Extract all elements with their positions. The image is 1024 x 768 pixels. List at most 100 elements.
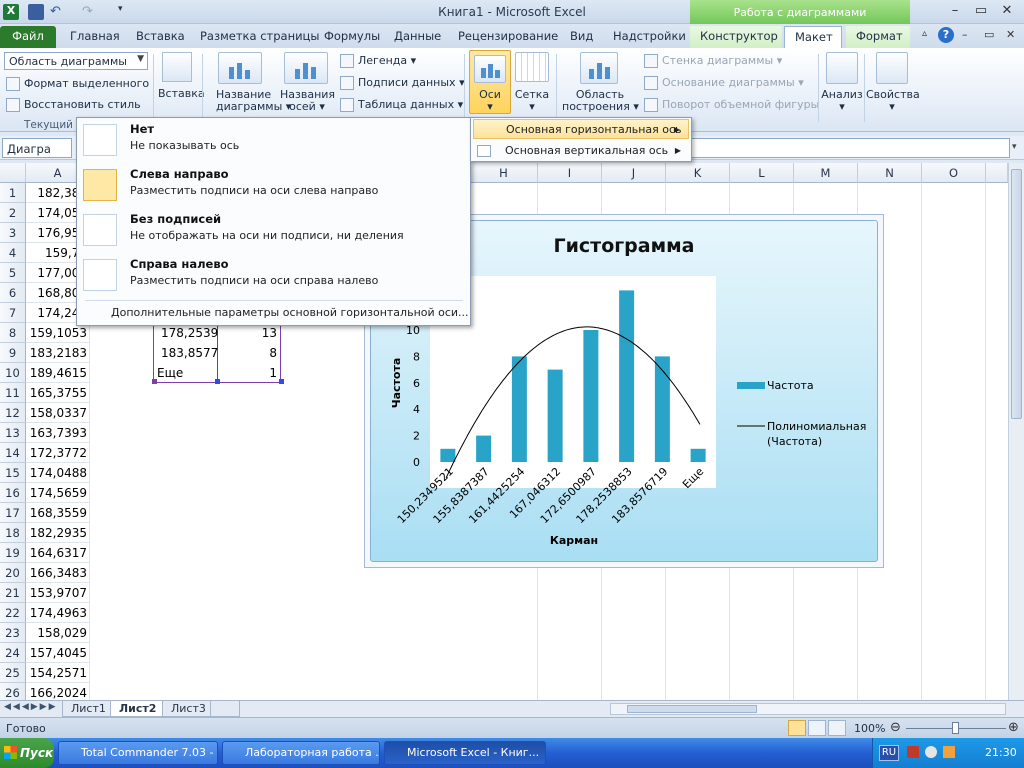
row-header[interactable]: 19	[0, 543, 26, 563]
row-header[interactable]: 14	[0, 443, 26, 463]
cell-a[interactable]: 183,2183	[26, 343, 90, 363]
menu-item-left-to-right[interactable]: Слева направо Разместить подписи на оси …	[77, 163, 470, 208]
bin-frequency[interactable]: 8	[218, 343, 280, 363]
cell-a[interactable]: 164,6317	[26, 543, 90, 563]
cell-a[interactable]: 182,2935	[26, 523, 90, 543]
column-header-l[interactable]: L	[730, 163, 794, 183]
legend-entry-trendline[interactable]: Полиномиальная	[767, 420, 866, 433]
column-header-m[interactable]: M	[794, 163, 858, 183]
zoom-out-icon[interactable]: ⊖	[890, 720, 901, 735]
analysis-icon[interactable]	[826, 52, 858, 84]
chart-title-icon[interactable]	[218, 52, 262, 84]
tab-insert[interactable]: Вставка	[126, 26, 195, 48]
tab-file[interactable]: Файл	[0, 26, 56, 48]
reset-style-button[interactable]: Восстановить стиль	[6, 98, 141, 112]
zoom-level[interactable]: 100%	[854, 722, 885, 735]
axes-button[interactable]: Оси ▾	[469, 50, 511, 114]
menu-item-none[interactable]: Нет Не показывать ось	[77, 118, 470, 163]
chart-title-button[interactable]: Названиедиаграммы ▾	[216, 89, 291, 113]
expand-formula-bar-icon[interactable]: ▾	[1012, 142, 1017, 152]
legend-button[interactable]: Легенда ▾	[340, 54, 416, 68]
tab-review[interactable]: Рецензирование	[448, 26, 568, 48]
insert-sheet-icon[interactable]	[210, 701, 240, 717]
cell-a[interactable]: 158,0337	[26, 403, 90, 423]
row-header[interactable]: 8	[0, 323, 26, 343]
normal-view-icon[interactable]	[788, 720, 806, 736]
row-header[interactable]: 12	[0, 403, 26, 423]
row-header[interactable]: 6	[0, 283, 26, 303]
data-labels-button[interactable]: Подписи данных ▾	[340, 76, 465, 90]
menu-item-more-options[interactable]: Дополнительные параметры основной горизо…	[111, 306, 469, 319]
close-button[interactable]: ✕	[994, 2, 1020, 20]
row-header[interactable]: 17	[0, 503, 26, 523]
legend-entry-trendline-cont[interactable]: (Частота)	[767, 435, 822, 448]
bin-frequency[interactable]: 13	[218, 323, 280, 343]
cell-a[interactable]: 159,1053	[26, 323, 90, 343]
row-header[interactable]: 13	[0, 423, 26, 443]
column-header-n[interactable]: N	[858, 163, 922, 183]
tab-page-layout[interactable]: Разметка страницы	[190, 26, 329, 48]
language-indicator[interactable]: RU	[879, 745, 899, 761]
histogram-bar[interactable]	[619, 290, 635, 462]
cell-a[interactable]: 189,4615	[26, 363, 90, 383]
cell-a[interactable]: 165,3755	[26, 383, 90, 403]
sheet-nav-arrows[interactable]: ◀◀◀▶▶▶	[4, 702, 58, 712]
column-header-k[interactable]: K	[666, 163, 730, 183]
histogram-bar[interactable]	[547, 369, 563, 462]
gridlines-icon[interactable]	[515, 52, 549, 82]
y-axis-title[interactable]: Частота	[390, 358, 403, 409]
select-all-corner[interactable]	[0, 163, 26, 183]
doc-restore-button[interactable]: ▭	[984, 28, 994, 41]
row-header[interactable]: 3	[0, 223, 26, 243]
sheet-tab-1[interactable]: Лист1	[62, 701, 115, 717]
column-header-h[interactable]: H	[470, 163, 538, 183]
histogram-bar[interactable]	[511, 356, 527, 462]
bin-value[interactable]: 178,2539	[158, 323, 218, 343]
tab-data[interactable]: Данные	[384, 26, 451, 48]
plot-area-button[interactable]: Область построения ▾	[562, 89, 639, 113]
x-axis-title[interactable]: Карман	[550, 534, 598, 547]
row-header[interactable]: 7	[0, 303, 26, 323]
gridlines-button[interactable]: Сетка ▾	[514, 89, 550, 113]
range-handle[interactable]	[152, 379, 157, 384]
help-icon[interactable]: ?	[938, 27, 954, 43]
insert-shapes-icon[interactable]	[162, 52, 192, 82]
tab-layout[interactable]: Макет	[784, 26, 842, 48]
row-header[interactable]: 2	[0, 203, 26, 223]
taskbar-total-commander[interactable]: Total Commander 7.03 - ...	[58, 741, 218, 765]
rotation-3d-button[interactable]: Поворот объемной фигуры	[644, 98, 819, 112]
h-scrollbar-thumb[interactable]	[627, 705, 757, 713]
chart-elements-dropdown[interactable]: Область диаграммы ▼	[4, 52, 148, 70]
scrollbar-thumb[interactable]	[1011, 169, 1022, 419]
row-header[interactable]: 22	[0, 603, 26, 623]
column-header-i[interactable]: I	[538, 163, 602, 183]
row-header[interactable]: 25	[0, 663, 26, 683]
cell-a[interactable]: 172,3772	[26, 443, 90, 463]
tab-view[interactable]: Вид	[560, 26, 603, 48]
cell-a[interactable]: 174,4963	[26, 603, 90, 623]
row-header[interactable]: 9	[0, 343, 26, 363]
histogram-bar[interactable]	[476, 435, 492, 462]
legend-entry-frequency[interactable]: Частота	[767, 379, 814, 392]
range-handle[interactable]	[279, 379, 284, 384]
cell-a[interactable]: 174,5659	[26, 483, 90, 503]
submenu-primary-vertical-axis[interactable]: Основная вертикальная ось ▶	[473, 141, 689, 161]
chart-wall-button[interactable]: Стенка диаграммы ▾	[644, 54, 782, 68]
histogram-bar[interactable]	[690, 448, 706, 462]
cell-a[interactable]: 174,0488	[26, 463, 90, 483]
menu-item-right-to-left[interactable]: Справа налево Разместить подписи на оси …	[77, 253, 470, 298]
axis-titles-icon[interactable]	[284, 52, 328, 84]
tab-design[interactable]: Конструктор	[690, 26, 782, 48]
cell-a[interactable]: 168,3559	[26, 503, 90, 523]
properties-icon[interactable]	[876, 52, 908, 84]
menu-item-no-labels[interactable]: Без подписей Не отображать на оси ни под…	[77, 208, 470, 253]
data-table-button[interactable]: Таблица данных ▾	[340, 98, 463, 112]
collapse-ribbon-icon[interactable]: ▵	[922, 28, 927, 39]
format-selection-button[interactable]: Формат выделенного	[6, 77, 149, 91]
page-break-view-icon[interactable]	[828, 720, 846, 736]
zoom-in-icon[interactable]: ⊕	[1008, 720, 1019, 735]
taskbar-word-document[interactable]: Лабораторная работа ...	[222, 741, 380, 765]
row-header[interactable]: 15	[0, 463, 26, 483]
horizontal-scrollbar[interactable]	[610, 703, 1006, 715]
histogram-bar[interactable]	[654, 356, 670, 462]
